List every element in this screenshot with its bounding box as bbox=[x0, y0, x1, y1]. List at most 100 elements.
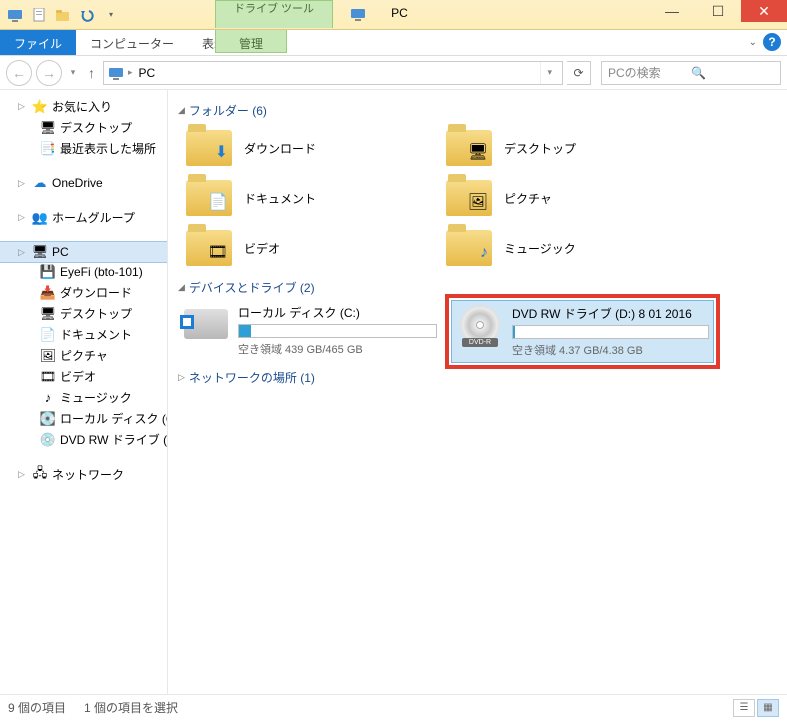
sidebar-item-pictures[interactable]: 🖼ピクチャ bbox=[0, 345, 167, 366]
breadcrumb-separator-icon[interactable]: ▸ bbox=[128, 67, 133, 78]
help-icon[interactable]: ? bbox=[763, 33, 781, 51]
folder-music[interactable]: ♪ミュージック bbox=[438, 223, 698, 273]
search-placeholder: PCの検索 bbox=[608, 64, 691, 81]
desktop-icon: 🖥 bbox=[40, 306, 56, 322]
minimize-button[interactable]: — bbox=[649, 0, 695, 22]
refresh-button[interactable]: ⟳ bbox=[567, 61, 591, 85]
forward-button[interactable]: → bbox=[36, 60, 62, 86]
desktop-icon: 🖥 bbox=[40, 120, 56, 136]
quick-access-toolbar: ▾ bbox=[0, 4, 122, 26]
collapse-icon: ◢ bbox=[178, 105, 185, 116]
sidebar-item-desktop2[interactable]: 🖥デスクトップ bbox=[0, 303, 167, 324]
qat-dropdown-icon[interactable]: ▾ bbox=[100, 4, 122, 26]
folder-desktop[interactable]: 🖥デスクトップ bbox=[438, 123, 698, 173]
expand-icon: ▷ bbox=[178, 372, 185, 383]
network-icon: 🖧 bbox=[32, 467, 48, 483]
folders-grid: ⬇ダウンロード 🖥デスクトップ 📄ドキュメント 🖼ピクチャ 🎞ビデオ ♪ミュージ… bbox=[178, 123, 777, 273]
device-icon: 💾 bbox=[40, 264, 56, 280]
sidebar-item-dvd[interactable]: 💿DVD RW ドライブ (D bbox=[0, 429, 167, 450]
sidebar-item-music[interactable]: ♪ミュージック bbox=[0, 387, 167, 408]
pictures-icon: 🖼 bbox=[40, 348, 56, 364]
downloads-icon: 📥 bbox=[40, 285, 56, 301]
navigation-bar: ← → ▾ ↑ ▸ PC ▾ ⟳ PCの検索 🔍 bbox=[0, 56, 787, 90]
drives-grid: ローカル ディスク (C:) 空き領域 439 GB/465 GB DVD RW… bbox=[178, 300, 777, 363]
drive-dvd-d[interactable]: DVD RW ドライブ (D:) 8 01 2016 空き領域 4.37 GB/… bbox=[451, 300, 714, 363]
section-network-header[interactable]: ▷ネットワークの場所 (1) bbox=[178, 363, 777, 390]
videos-icon: 🎞 bbox=[40, 369, 56, 385]
sidebar-favorites[interactable]: ▷⭐お気に入り bbox=[0, 96, 167, 117]
maximize-button[interactable]: ☐ bbox=[695, 0, 741, 22]
drive-name: ローカル ディスク (C:) bbox=[238, 304, 437, 321]
close-button[interactable]: ✕ bbox=[741, 0, 787, 22]
title-bar: ▾ ドライブ ツール PC — ☐ ✕ bbox=[0, 0, 787, 30]
status-item-count: 9 個の項目 bbox=[8, 699, 66, 716]
breadcrumb-pc[interactable]: PC bbox=[137, 66, 158, 80]
tab-file[interactable]: ファイル bbox=[0, 30, 76, 55]
view-details-button[interactable]: ☰ bbox=[733, 699, 755, 717]
sidebar-onedrive[interactable]: ▷☁OneDrive bbox=[0, 173, 167, 193]
section-folders-header[interactable]: ◢フォルダー (6) bbox=[178, 96, 777, 123]
pc-tree-icon: 🖥 bbox=[32, 244, 48, 260]
window-title: PC bbox=[391, 6, 408, 20]
drive-local-c[interactable]: ローカル ディスク (C:) 空き領域 439 GB/465 GB bbox=[178, 300, 441, 363]
address-bar[interactable]: ▸ PC ▾ bbox=[103, 61, 563, 85]
tab-manage[interactable]: 管理 bbox=[215, 30, 287, 53]
sidebar-homegroup[interactable]: ▷👥ホームグループ bbox=[0, 207, 167, 228]
desktop-inner-icon: 🖥 bbox=[468, 142, 488, 162]
sidebar-network[interactable]: ▷🖧ネットワーク bbox=[0, 464, 167, 485]
section-drives-header[interactable]: ◢デバイスとドライブ (2) bbox=[178, 273, 777, 300]
sidebar-item-eyefi[interactable]: 💾EyeFi (bto-101) bbox=[0, 262, 167, 282]
address-dropdown-icon[interactable]: ▾ bbox=[540, 62, 558, 84]
search-input[interactable]: PCの検索 🔍 bbox=[601, 61, 781, 85]
search-icon: 🔍 bbox=[691, 66, 774, 80]
sidebar-item-documents[interactable]: 📄ドキュメント bbox=[0, 324, 167, 345]
dvd-disc-icon bbox=[456, 305, 504, 345]
folder-downloads[interactable]: ⬇ダウンロード bbox=[178, 123, 438, 173]
local-disk-icon bbox=[182, 304, 230, 344]
drive-icon: 💽 bbox=[40, 411, 56, 427]
sidebar-item-desktop[interactable]: 🖥デスクトップ bbox=[0, 117, 167, 138]
up-button[interactable]: ↑ bbox=[84, 65, 99, 81]
recent-icon: 📑 bbox=[40, 141, 56, 157]
sidebar-pc[interactable]: ▷🖥PC bbox=[0, 242, 167, 262]
ribbon-expand-icon[interactable]: ⌄ bbox=[749, 37, 757, 48]
folder-videos[interactable]: 🎞ビデオ bbox=[178, 223, 438, 273]
capacity-text: 空き領域 439 GB/465 GB bbox=[238, 341, 437, 357]
ribbon-tabs: ファイル コンピューター 表示 管理 ⌄ ? bbox=[0, 30, 787, 56]
window-title-icon bbox=[350, 6, 366, 22]
folder-documents[interactable]: 📄ドキュメント bbox=[178, 173, 438, 223]
capacity-bar bbox=[512, 325, 709, 339]
pc-icon[interactable] bbox=[4, 4, 26, 26]
sidebar-item-recent[interactable]: 📑最近表示した場所 bbox=[0, 138, 167, 159]
picture-inner-icon: 🖼 bbox=[468, 192, 488, 212]
tab-computer[interactable]: コンピューター bbox=[76, 30, 188, 55]
status-selected-count: 1 個の項目を選択 bbox=[84, 699, 178, 716]
sidebar-item-videos[interactable]: 🎞ビデオ bbox=[0, 366, 167, 387]
video-inner-icon: 🎞 bbox=[208, 242, 228, 262]
star-icon: ⭐ bbox=[32, 99, 48, 115]
documents-icon: 📄 bbox=[40, 327, 56, 343]
collapse-icon: ◢ bbox=[178, 282, 185, 293]
document-inner-icon: 📄 bbox=[208, 192, 228, 212]
download-arrow-icon: ⬇ bbox=[215, 142, 228, 162]
capacity-text: 空き領域 4.37 GB/4.38 GB bbox=[512, 342, 709, 358]
content-pane: ◢フォルダー (6) ⬇ダウンロード 🖥デスクトップ 📄ドキュメント 🖼ピクチャ… bbox=[168, 90, 787, 694]
undo-icon[interactable] bbox=[76, 4, 98, 26]
properties-icon[interactable] bbox=[28, 4, 50, 26]
sidebar-item-downloads[interactable]: 📥ダウンロード bbox=[0, 282, 167, 303]
folder-pictures[interactable]: 🖼ピクチャ bbox=[438, 173, 698, 223]
onedrive-icon: ☁ bbox=[32, 175, 48, 191]
disc-icon: 💿 bbox=[40, 432, 56, 448]
address-pc-icon bbox=[108, 65, 124, 81]
homegroup-icon: 👥 bbox=[32, 210, 48, 226]
music-inner-icon: ♪ bbox=[480, 244, 488, 262]
back-button[interactable]: ← bbox=[6, 60, 32, 86]
view-tiles-button[interactable]: ▦ bbox=[757, 699, 779, 717]
music-icon: ♪ bbox=[40, 390, 56, 406]
status-bar: 9 個の項目 1 個の項目を選択 ☰ ▦ bbox=[0, 694, 787, 720]
navigation-pane: ▷⭐お気に入り 🖥デスクトップ 📑最近表示した場所 ▷☁OneDrive ▷👥ホ… bbox=[0, 90, 168, 694]
history-dropdown-icon[interactable]: ▾ bbox=[66, 60, 80, 86]
sidebar-item-localdisk[interactable]: 💽ローカル ディスク (C:) bbox=[0, 408, 167, 429]
new-folder-icon[interactable] bbox=[52, 4, 74, 26]
capacity-bar bbox=[238, 324, 437, 338]
